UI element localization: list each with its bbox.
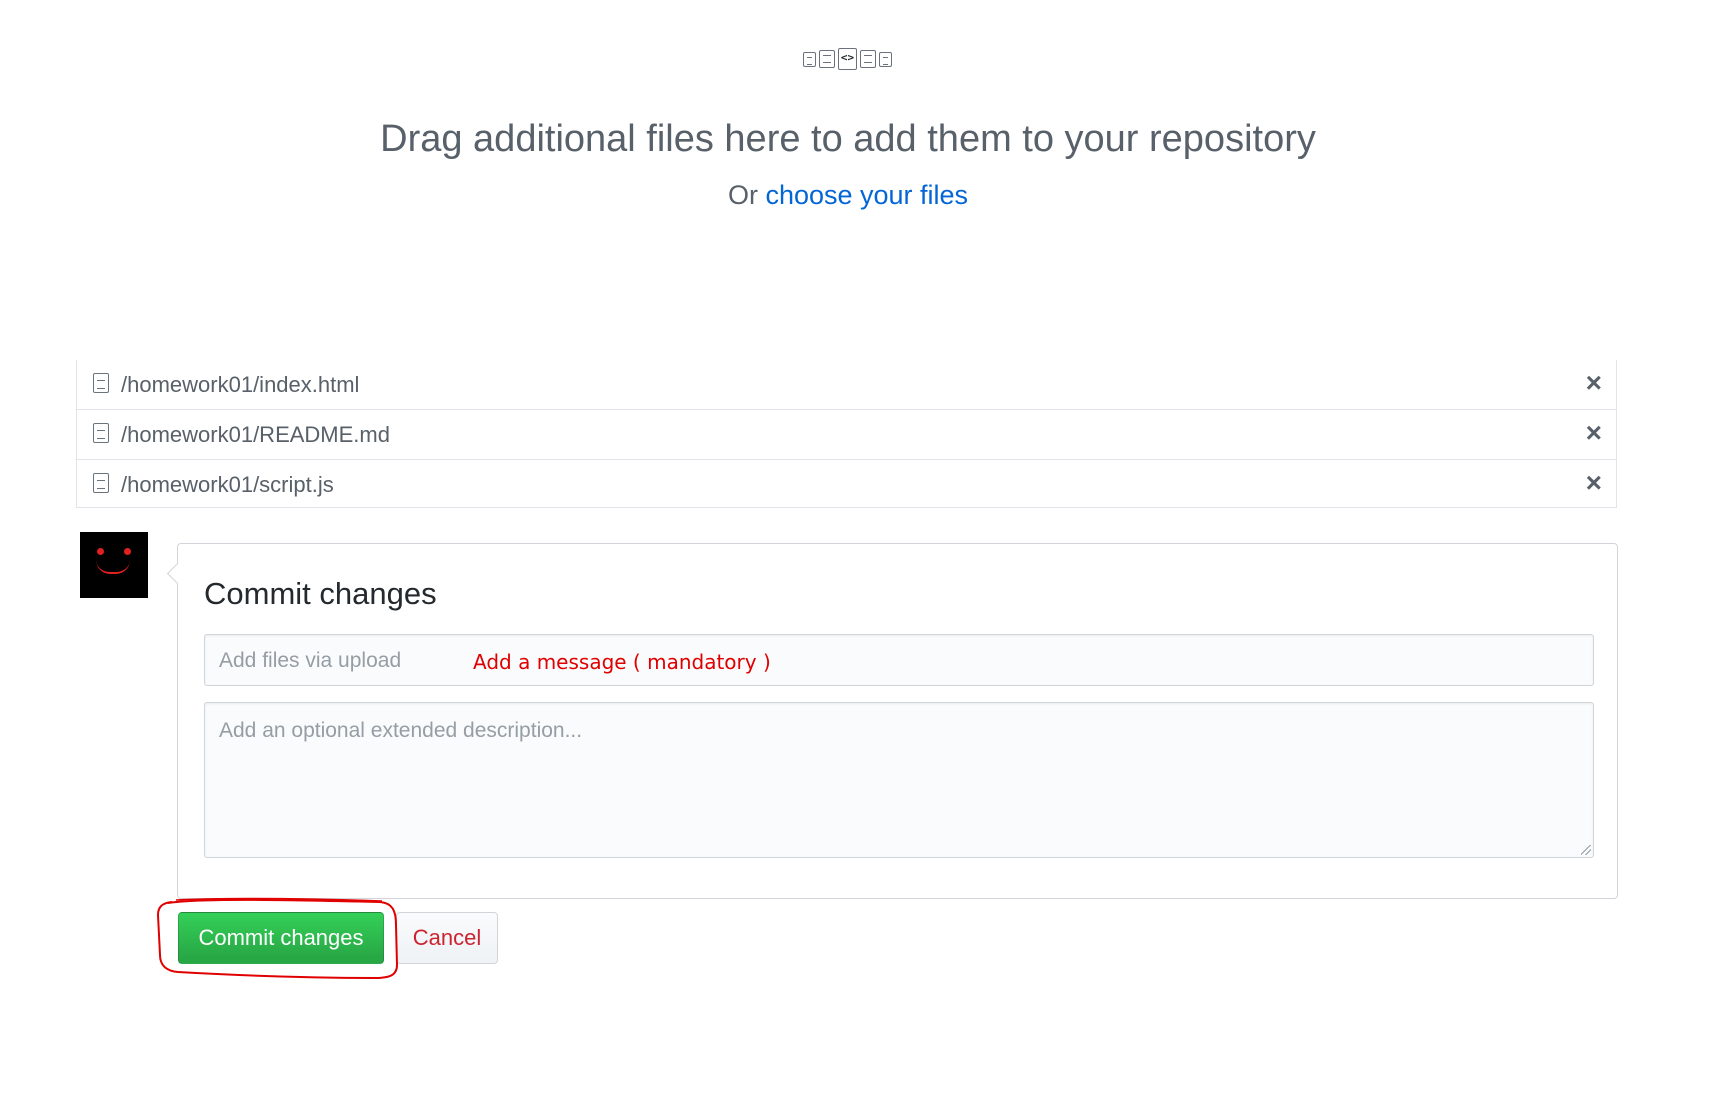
avatar-smile [96, 560, 130, 574]
file-pdf-icon [879, 51, 892, 67]
file-icon [93, 473, 109, 493]
commit-message-input[interactable]: Add files via upload Add a message ( man… [204, 634, 1594, 686]
file-code-icon: <> [838, 48, 857, 70]
uploaded-file-list: /homework01/index.html × /homework01/REA… [76, 360, 1617, 508]
remove-file-icon[interactable]: × [1586, 419, 1602, 447]
cancel-button[interactable]: Cancel [396, 912, 498, 964]
file-path: /homework01/README.md [121, 422, 390, 447]
or-label: Or [727, 180, 758, 210]
commit-changes-button[interactable]: Commit changes [178, 912, 384, 964]
dropzone-title: Drag additional files here to add them t… [380, 118, 1316, 160]
file-row: /homework01/README.md × [77, 410, 1616, 460]
file-type-icons: <> [803, 48, 892, 70]
mandatory-message-annotation: Add a message ( mandatory ) [473, 650, 771, 674]
file-text-icon [803, 51, 816, 67]
commit-message-placeholder: Add files via upload [219, 649, 402, 672]
file-path: /homework01/index.html [121, 372, 360, 397]
choose-files-link[interactable]: choose your files [765, 180, 968, 210]
commit-description-placeholder: Add an optional extended description... [219, 719, 583, 742]
file-document-icon [860, 50, 876, 68]
file-row: /homework01/script.js × [77, 460, 1616, 509]
file-path: /homework01/script.js [121, 472, 334, 497]
remove-file-icon[interactable]: × [1586, 369, 1602, 397]
remove-file-icon[interactable]: × [1586, 469, 1602, 497]
avatar-left-eye [97, 548, 104, 555]
file-icon [93, 423, 109, 443]
avatar [80, 532, 148, 598]
commit-form: Commit changes Add files via upload Add … [177, 543, 1618, 899]
file-chart-icon [819, 50, 835, 68]
avatar-right-eye [124, 548, 131, 555]
file-row: /homework01/index.html × [77, 360, 1616, 410]
file-icon [93, 373, 109, 393]
resize-handle-icon[interactable] [1581, 845, 1591, 855]
commit-heading: Commit changes [204, 576, 437, 611]
choose-files-line: Or choose your files [0, 180, 1696, 211]
commit-description-textarea[interactable]: Add an optional extended description... [204, 702, 1594, 858]
